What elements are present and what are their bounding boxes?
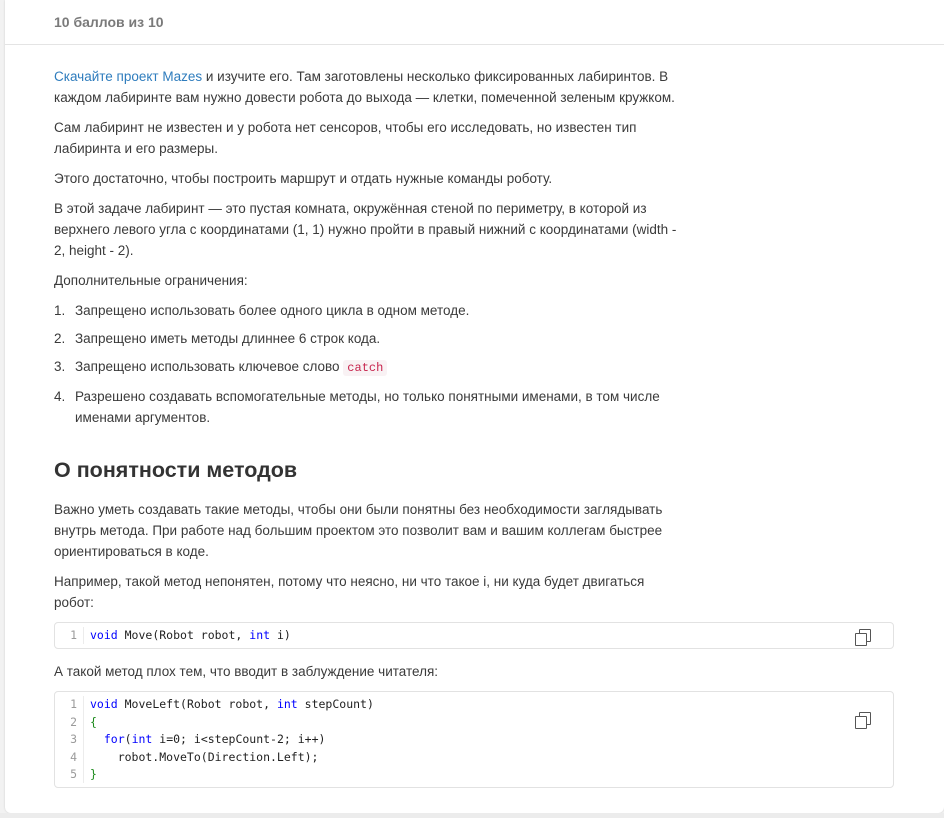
intro-paragraph-1: Скачайте проект Mazes и изучите его. Там… <box>54 66 684 108</box>
line-number: 5 <box>55 766 84 784</box>
section-paragraph-1: Важно уметь создавать такие методы, чтоб… <box>54 502 663 559</box>
list-item-number: 3. <box>54 359 66 374</box>
code-block-1: 1 void Move(Robot robot, int i) <box>54 622 894 650</box>
code-text: for(int i=0; i<stepCount-2; i++) <box>103 732 326 747</box>
list-item: 2. Запрещено иметь методы длиннее 6 строк… <box>54 328 684 349</box>
list-item-text: Запрещено иметь методы длиннее 6 строк к… <box>75 331 381 346</box>
line-number: 4 <box>55 748 84 767</box>
section-paragraph-2: Например, такой метод непонятен, потому … <box>54 574 645 610</box>
section-title: О понятности методов <box>54 458 298 482</box>
intro-paragraph-4: В этой задаче лабиринт — это пустая комн… <box>54 201 677 258</box>
list-item-number: 2. <box>54 331 66 346</box>
list-item: 3. Запрещено использовать ключевое слово … <box>54 356 684 379</box>
code-line: 2 { <box>55 713 893 732</box>
list-item-number: 4. <box>54 389 66 404</box>
section-paragraph-3: А такой метод плох тем, что вводит в заб… <box>54 664 439 680</box>
copy-icon[interactable] <box>855 712 871 730</box>
inline-code-catch: catch <box>343 360 388 376</box>
copy-icon[interactable] <box>855 629 871 646</box>
code-text: void Move(Robot robot, int i) <box>90 628 291 642</box>
code-text: { <box>90 714 97 729</box>
code-text: robot.MoveTo(Direction.Left); <box>90 749 319 764</box>
line-number: 3 <box>55 731 84 749</box>
intro-paragraph-2: Сам лабиринт не известен и у робота нет … <box>54 120 637 156</box>
list-item: 4. Разрешено создавать вспомогательные ме… <box>54 386 684 428</box>
code-line: 1 void Move(Robot robot, int i) <box>55 627 893 645</box>
line-number: 2 <box>55 713 84 732</box>
constraints-list: 1. Запрещено использовать более одного ци… <box>54 300 684 428</box>
line-number: 1 <box>55 627 84 645</box>
intro-text: Скачайте проект Mazes и изучите его. Там… <box>54 66 684 613</box>
page-bottom-divider <box>0 813 944 818</box>
code-line: 5 } <box>55 766 893 784</box>
intro-paragraph-3: Этого достаточно, чтобы построить маршру… <box>54 171 553 186</box>
score-header: 10 баллов из 10 <box>5 0 944 45</box>
code-line: 3 for(int i=0; i<stepCount-2; i++) <box>55 731 893 749</box>
list-item-number: 1. <box>54 303 66 318</box>
code-text: } <box>90 767 97 782</box>
code-line: 1 void MoveLeft(Robot robot, int stepCou… <box>55 696 893 714</box>
list-item-text: Запрещено использовать более одного цикл… <box>75 303 470 318</box>
task-content: Скачайте проект Mazes и изучите его. Там… <box>54 66 894 800</box>
score-label: 10 баллов из 10 <box>54 14 164 30</box>
list-item: 1. Запрещено использовать более одного ци… <box>54 300 684 321</box>
task-card: 10 баллов из 10 Скачайте проект Mazes и … <box>5 0 944 813</box>
code-block-2: 1 void MoveLeft(Robot robot, int stepCou… <box>54 691 894 789</box>
line-number: 1 <box>55 696 84 714</box>
code-text: void MoveLeft(Robot robot, int stepCount… <box>90 697 374 712</box>
list-item-text: Запрещено использовать ключевое слово <box>75 359 344 374</box>
list-item-body: Запрещено использовать ключевое слово ca… <box>75 356 388 379</box>
section-text-2: А такой метод плох тем, что вводит в заб… <box>54 661 684 682</box>
download-project-link[interactable]: Скачайте проект Mazes <box>54 69 202 84</box>
constraints-heading: Дополнительные ограничения: <box>54 273 248 288</box>
list-item-text: Разрешено создавать вспомогательные мето… <box>75 389 660 425</box>
code-line: 4 robot.MoveTo(Direction.Left); <box>55 748 893 767</box>
